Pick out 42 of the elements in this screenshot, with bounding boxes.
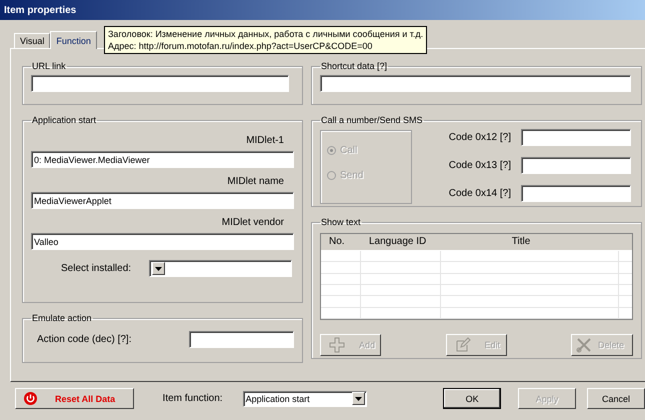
- column-header[interactable]: Title: [441, 236, 601, 248]
- field-label: Action code (dec) [?]:: [37, 334, 132, 345]
- code-field[interactable]: [521, 156, 631, 174]
- column-header[interactable]: No.: [321, 236, 361, 248]
- field-label: MIDlet-1: [246, 135, 284, 146]
- code-field[interactable]: [521, 185, 631, 202]
- tab[interactable]: Function: [50, 31, 97, 49]
- field-label: Select installed:: [61, 263, 132, 274]
- text-field[interactable]: MediaViewerApplet: [31, 192, 294, 209]
- dialog-button[interactable]: Cancel: [587, 388, 645, 409]
- text-field[interactable]: 0: MediaViewer.MediaViewer: [31, 151, 294, 168]
- group-label: Show text: [320, 217, 362, 227]
- item-function-dropdown[interactable]: Application start: [242, 390, 368, 406]
- installed-dropdown[interactable]: [149, 260, 292, 277]
- tab[interactable]: Visual: [14, 33, 50, 48]
- code-field[interactable]: [521, 128, 631, 146]
- field-label: MIDlet name: [227, 176, 284, 187]
- dropdown-arrow-icon: [155, 266, 162, 270]
- tooltip-line: Заголовок: Изменение личных данных, работа с личными сообщения и т.д.: [108, 28, 424, 40]
- group-label: Call a number/Send SMS: [320, 115, 424, 125]
- shortcut-field[interactable]: [320, 75, 631, 92]
- field-label: Code 0x12 [?]: [448, 132, 511, 143]
- dialog-button[interactable]: OK: [443, 388, 502, 409]
- field-label: Item function:: [162, 393, 223, 404]
- group-label: Application start: [31, 115, 98, 125]
- column-header[interactable]: Language ID: [361, 236, 441, 248]
- text-field[interactable]: Valleo: [31, 233, 294, 250]
- window-title: Item properties: [0, 0, 645, 20]
- field-label: Code 0x14 [?]: [448, 188, 511, 200]
- group-label: Emulate action: [31, 313, 93, 323]
- group-label: Shortcut data [?]: [320, 61, 388, 71]
- plus-icon: [329, 337, 345, 353]
- action-code-field[interactable]: [189, 331, 294, 348]
- group-label: URL link: [31, 61, 67, 71]
- url-field[interactable]: [31, 75, 289, 92]
- scissors-icon: [576, 337, 592, 353]
- tooltip-line: Адрес: http://forum.motofan.ru/index.php?act=UserCP&CODE=00: [108, 40, 374, 52]
- edit-icon: [454, 337, 470, 353]
- power-icon: [24, 392, 37, 405]
- dropdown-arrow-icon: [355, 396, 362, 400]
- field-label: MIDlet vendor: [222, 217, 284, 228]
- field-label: Code 0x13 [?]: [448, 160, 511, 171]
